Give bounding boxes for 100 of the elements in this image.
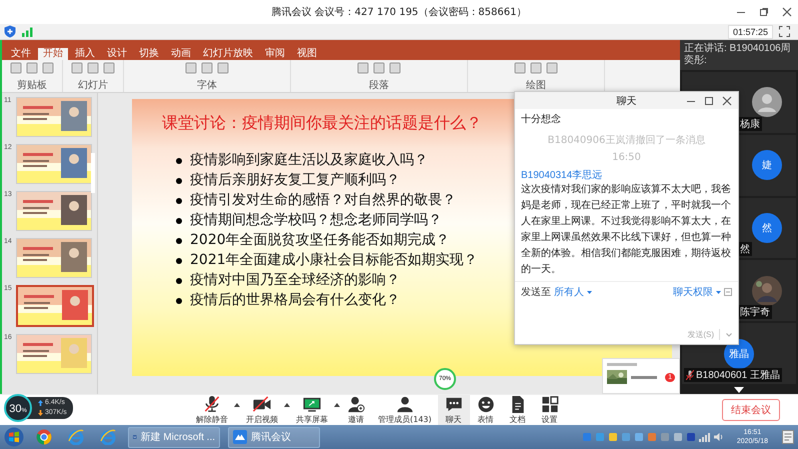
taskbar-button[interactable]: 新建 Microsoft ... xyxy=(128,426,220,448)
ribbon-tool-icon[interactable] xyxy=(71,62,83,74)
ribbon-tab[interactable]: 插入 xyxy=(70,48,100,60)
ribbon-tool-icon[interactable] xyxy=(217,62,229,74)
ribbon-tab[interactable]: 文件 xyxy=(6,48,36,60)
chat-message: 十分想念 xyxy=(521,112,562,128)
ribbon-tab[interactable]: 切换 xyxy=(134,48,164,60)
ribbon-tab[interactable]: 审阅 xyxy=(260,48,290,60)
ribbon-tool-icon[interactable] xyxy=(185,62,197,74)
close-icon[interactable] xyxy=(722,96,732,106)
ribbon-tool-icon[interactable] xyxy=(530,62,542,74)
chat-message: 这次疫情对我们家的影响应该算不太大吧，我爸妈是老师，现在已经正常上班了，平时就我一个人在家里上网课。不过我觉得影响不算太大，在家里上网课虽然效果不比线下课好，但也算一种全新的体验。相信我们都能克服困难，期待返校的一天。 xyxy=(521,182,732,278)
bullet-text: 疫情后的世界格局会有什么变化？ xyxy=(190,292,400,309)
bullet-icon xyxy=(176,258,182,264)
popup-header xyxy=(607,363,637,366)
people-icon xyxy=(394,395,415,414)
ribbon-group-label: 幻灯片 xyxy=(78,80,108,91)
permissions-dropdown[interactable]: 聊天权限 xyxy=(673,285,713,300)
toolbar-button[interactable]: 邀请 xyxy=(340,395,372,425)
toolbar-button[interactable]: 文档 xyxy=(502,395,534,425)
bullet-icon xyxy=(176,198,182,204)
tray-icon[interactable] xyxy=(660,432,670,442)
tray-icon[interactable] xyxy=(608,432,618,442)
collapse-icon[interactable] xyxy=(724,288,732,296)
ribbon-tool-icon[interactable] xyxy=(26,62,38,74)
network-icon[interactable] xyxy=(698,432,710,442)
volume-icon[interactable] xyxy=(712,432,723,442)
tray-icon[interactable] xyxy=(594,432,605,442)
fullscreen-icon[interactable] xyxy=(779,26,790,37)
participant-name: 然 xyxy=(740,243,750,256)
toolbar-button[interactable]: 共享屏幕 xyxy=(290,395,334,425)
ribbon-tab[interactable]: 设计 xyxy=(102,48,132,60)
shield-icon[interactable] xyxy=(4,25,16,38)
bullet-text: 疫情引发对生命的感悟？对自然界的敬畏？ xyxy=(190,192,456,209)
message-time: 16:50 xyxy=(611,152,642,164)
start-button[interactable] xyxy=(4,427,24,447)
ribbon-tab[interactable]: 视图 xyxy=(292,48,322,60)
ribbon-tab[interactable]: 开始 xyxy=(38,48,68,60)
participant-name: 陈宇奇 xyxy=(740,306,770,320)
ribbon-group-label: 段落 xyxy=(369,80,389,91)
restore-icon[interactable] xyxy=(759,7,769,17)
taskbar-button[interactable]: 腾讯会议 xyxy=(228,426,320,448)
caret-up-icon[interactable] xyxy=(234,403,240,407)
bullet-icon xyxy=(176,158,182,164)
download-arrow-icon xyxy=(38,410,43,416)
toolbar-button[interactable]: 解除静音 xyxy=(190,395,234,425)
grid-icon xyxy=(540,395,560,414)
ribbon-tool-icon[interactable] xyxy=(514,62,526,74)
tray-icon[interactable] xyxy=(686,432,696,442)
end-meeting-button[interactable]: 结束会议 xyxy=(722,399,780,421)
maximize-icon[interactable] xyxy=(704,96,714,106)
chevron-down-icon[interactable] xyxy=(726,332,732,336)
ribbon-tab[interactable]: 动画 xyxy=(166,48,196,60)
ribbon-tool-icon[interactable] xyxy=(87,62,99,74)
ribbon-tool-icon[interactable] xyxy=(389,62,401,74)
ribbon-tool-icon[interactable] xyxy=(357,62,369,74)
tray-icon[interactable] xyxy=(646,432,657,442)
system-notice: B18040906王岚清撤回了一条消息 xyxy=(546,134,706,148)
close-icon[interactable] xyxy=(782,7,792,17)
speaker-label: 正在讲话: B19040106周奕彤: xyxy=(680,40,798,70)
ribbon-tool-icon[interactable] xyxy=(201,62,213,74)
ribbon-tool-icon[interactable] xyxy=(546,62,558,74)
toolbar-button[interactable]: 管理成员(143) xyxy=(372,395,438,425)
avatar: 然 xyxy=(752,212,782,243)
show-desktop-button[interactable] xyxy=(782,430,794,444)
meeting-timer: 01:57:25 xyxy=(728,24,773,38)
ribbon-tool-icon[interactable] xyxy=(373,62,385,74)
chat-title: 聊天 xyxy=(616,94,636,108)
toolbar-button[interactable]: 设置 xyxy=(534,395,566,425)
ribbon-tool-icon[interactable] xyxy=(42,62,54,74)
avatar-icon xyxy=(752,87,782,118)
toolbar-button[interactable]: 聊天 xyxy=(438,395,470,425)
browser-icon[interactable] xyxy=(68,429,84,445)
window-title: 腾讯会议 会议号：427 170 195（会议密码：858661） xyxy=(272,6,526,19)
toolbar-button[interactable]: 表情 xyxy=(470,395,502,425)
browser-icon[interactable] xyxy=(36,429,52,445)
bullet-text: 2021年全面建成小康社会目标能否如期实现？ xyxy=(190,252,478,269)
ribbon-tab[interactable]: 幻灯片放映 xyxy=(198,48,258,60)
browser-icon[interactable] xyxy=(100,429,116,445)
ribbon-group-label: 剪贴板 xyxy=(17,80,47,91)
participant-name: B18040601 王雅晶 xyxy=(696,368,780,382)
ribbon-tool-icon[interactable] xyxy=(103,62,115,74)
ribbon-group-label: 字体 xyxy=(197,80,217,91)
participant-name: 杨康 xyxy=(740,118,760,131)
caret-up-icon[interactable] xyxy=(334,403,340,407)
caret-up-icon[interactable] xyxy=(284,403,290,407)
app-icon xyxy=(233,430,247,444)
bullet-text: 2020年全面脱贫攻坚任务能否如期完成？ xyxy=(190,232,450,249)
tray-icon[interactable] xyxy=(672,432,683,442)
message-preview xyxy=(631,376,657,378)
scrollbar-thumb[interactable] xyxy=(91,153,95,193)
tray-icon[interactable] xyxy=(620,432,631,442)
mic-muted-icon xyxy=(202,395,222,414)
sender-name[interactable]: B19040314李思远 xyxy=(521,168,732,182)
tray-icon[interactable] xyxy=(634,432,644,442)
slide-title: 课堂讨论：疫情期间你最关注的话题是什么？ xyxy=(162,113,482,134)
toolbar-button[interactable]: 开启视频 xyxy=(240,395,284,425)
ribbon-tool-icon[interactable] xyxy=(10,62,22,74)
bullet-text: 疫情对中国乃至全球经济的影响？ xyxy=(190,272,400,289)
recipient-dropdown[interactable]: 所有人 xyxy=(554,285,584,300)
